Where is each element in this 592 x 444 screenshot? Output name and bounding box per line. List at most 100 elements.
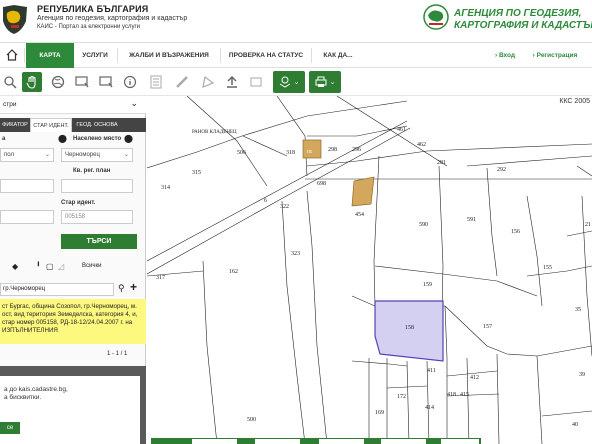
tab-identifier[interactable]: ФИКАТОР — [0, 118, 30, 132]
globe-button[interactable] — [48, 72, 68, 92]
measure-icon[interactable]: ◿ — [58, 262, 64, 271]
svg-text:415: 415 — [460, 392, 469, 398]
svg-text:159: 159 — [423, 282, 432, 288]
old-id-input[interactable]: 005158 — [61, 210, 133, 224]
svg-text:157: 157 — [483, 324, 492, 330]
legend-icon — [150, 75, 162, 89]
chevron-down-icon: ⌄ — [44, 152, 50, 158]
region-field-2[interactable] — [0, 179, 54, 193]
svg-text:414: 414 — [425, 405, 434, 411]
agency-line: Агенция по геодезия, картография и кадас… — [37, 15, 188, 22]
info-icon — [123, 75, 137, 89]
svg-text:500: 500 — [247, 417, 256, 423]
nav-status-check[interactable]: ПРОВЕРКА НА СТАТУС — [221, 43, 311, 68]
zoom-button[interactable] — [0, 72, 20, 92]
search-result-item[interactable]: ст Бургас, община Созопол, гр.Черноморец… — [0, 299, 146, 344]
result-search-value: гр.Черноморец — [3, 286, 46, 292]
svg-text:21: 21 — [585, 222, 591, 228]
select-rect-icon — [75, 76, 89, 88]
layer-select[interactable]: стри ⌄ — [0, 96, 146, 114]
extra-field[interactable] — [0, 210, 54, 224]
main-nav: КАРТА УСЛУГИ ЖАЛБИ И ВЪЗРАЖЕНИЯ ПРОВЕРКА… — [0, 42, 592, 68]
home-icon — [6, 49, 18, 61]
search-button[interactable]: ТЪРСИ — [61, 234, 137, 249]
svg-text:35: 35 — [575, 307, 581, 313]
region-select[interactable]: пол ⌄ — [0, 148, 54, 162]
coord-field-2 — [255, 439, 300, 444]
home-button[interactable] — [0, 43, 24, 68]
cadastral-map[interactable]: 461 506 318 298 296 462 281 292 314 315 698 6 32… — [147, 96, 592, 444]
legend-button[interactable] — [146, 72, 166, 92]
site-header: РЕПУБЛИКА БЪЛГАРИЯ Агенция по геодезия, … — [0, 0, 592, 42]
result-text: ст Бургас, община Созопол, гр.Черноморец… — [2, 303, 138, 334]
coat-of-arms-icon — [3, 5, 27, 34]
svg-text:315: 315 — [192, 170, 201, 176]
old-id-label: Стар идент. — [61, 200, 96, 206]
result-search-input[interactable]: гр.Черноморец — [0, 283, 114, 296]
svg-text:412: 412 — [470, 375, 479, 381]
svg-text:591: 591 — [467, 217, 476, 223]
crs-label: ККС 2005 — [559, 98, 590, 105]
print-dropdown[interactable]: ⌄ — [309, 71, 341, 93]
agency-logo-line2: КАРТОГРАФИЯ И КАДАСТЪР — [454, 20, 592, 31]
location-pin-icon: ⬤ — [58, 134, 67, 143]
portal-line: КАИС - Портал за електронни услуги — [37, 24, 140, 30]
svg-text:292: 292 — [497, 167, 506, 173]
login-link[interactable]: › Вход — [490, 43, 520, 68]
all-filter[interactable]: Всички — [82, 263, 101, 269]
upload-icon — [227, 75, 237, 88]
svg-text:162: 162 — [229, 269, 238, 275]
settlement-select[interactable]: Черноморец ⌄ — [61, 148, 133, 162]
add-icon[interactable]: + — [130, 280, 137, 294]
svg-text:РАНОВ КЛАДЕНЕЦ: РАНОВ КЛАДЕНЕЦ — [192, 130, 237, 135]
svg-text:40: 40 — [572, 422, 578, 428]
zoom-icon — [4, 76, 17, 89]
register-link[interactable]: › Регистрация — [524, 43, 586, 68]
nav-services[interactable]: УСЛУГИ — [74, 43, 116, 68]
plan-input[interactable] — [61, 179, 133, 193]
svg-text:590: 590 — [419, 222, 428, 228]
map-canvas[interactable]: 461 506 318 298 296 462 281 292 314 315 698 6 32… — [147, 96, 592, 444]
select-rect-button[interactable] — [72, 72, 92, 92]
ruler-icon — [176, 76, 188, 88]
cookie-accept-button[interactable]: се — [0, 422, 20, 434]
svg-text:322: 322 — [280, 204, 289, 210]
layers-dropdown[interactable]: ⌄ — [273, 71, 305, 93]
svg-text:698: 698 — [317, 181, 326, 187]
pagination: 1 - 1 / 1 — [107, 351, 128, 357]
layers-icon[interactable]: ◆ — [12, 262, 18, 271]
select-area-button[interactable] — [96, 72, 116, 92]
agency-logo-icon — [423, 4, 449, 30]
clear-button[interactable] — [246, 72, 266, 92]
measure-line-button[interactable] — [172, 72, 192, 92]
select-polygon-icon[interactable]: ▢ — [46, 262, 54, 271]
svg-text:158: 158 — [405, 325, 414, 331]
result-toolbar: ◆ ╹ ▢ ◿ Всички — [0, 262, 146, 274]
svg-text:ПБ: ПБ — [307, 149, 313, 154]
coord-field-4 — [381, 439, 426, 444]
agency-logo-line1: АГЕНЦИЯ ПО ГЕОДЕЗИЯ, — [454, 8, 582, 19]
chevron-down-icon: ⌄ — [329, 79, 336, 86]
upload-button[interactable] — [222, 72, 242, 92]
coord-field-3 — [319, 439, 364, 444]
tab-old-id[interactable]: СТАР ИДЕНТ. — [30, 118, 72, 132]
svg-text:296: 296 — [352, 147, 361, 153]
svg-text:317: 317 — [156, 275, 165, 281]
region-select-value: пол — [4, 152, 14, 158]
tab-geod-basis[interactable]: ГЕОД. ОСНОВА — [74, 118, 120, 132]
search-icon[interactable]: ⚲ — [118, 283, 125, 294]
coord-field-1 — [192, 439, 237, 444]
nav-map[interactable]: КАРТА — [26, 43, 74, 68]
info-button[interactable] — [120, 72, 140, 92]
print-icon — [315, 76, 327, 87]
nav-complaints[interactable]: ЖАЛБИ И ВЪЗРАЖЕНИЯ — [118, 43, 220, 68]
pin-icon[interactable]: ╹ — [36, 262, 41, 271]
search-tabs: ФИКАТОР СТАР ИДЕНТ. ГЕОД. ОСНОВА — [0, 118, 146, 132]
pan-button[interactable] — [22, 72, 42, 92]
search-panel: стри ⌄ ФИКАТОР СТАР ИДЕНТ. ГЕОД. ОСНОВА … — [0, 96, 146, 444]
svg-text:6: 6 — [264, 198, 267, 204]
nav-howto[interactable]: КАК ДА... — [312, 43, 364, 68]
settlement-select-value: Черноморец — [65, 152, 100, 158]
plan-label: Кв. рег. план — [73, 168, 111, 174]
measure-area-button[interactable] — [198, 72, 218, 92]
